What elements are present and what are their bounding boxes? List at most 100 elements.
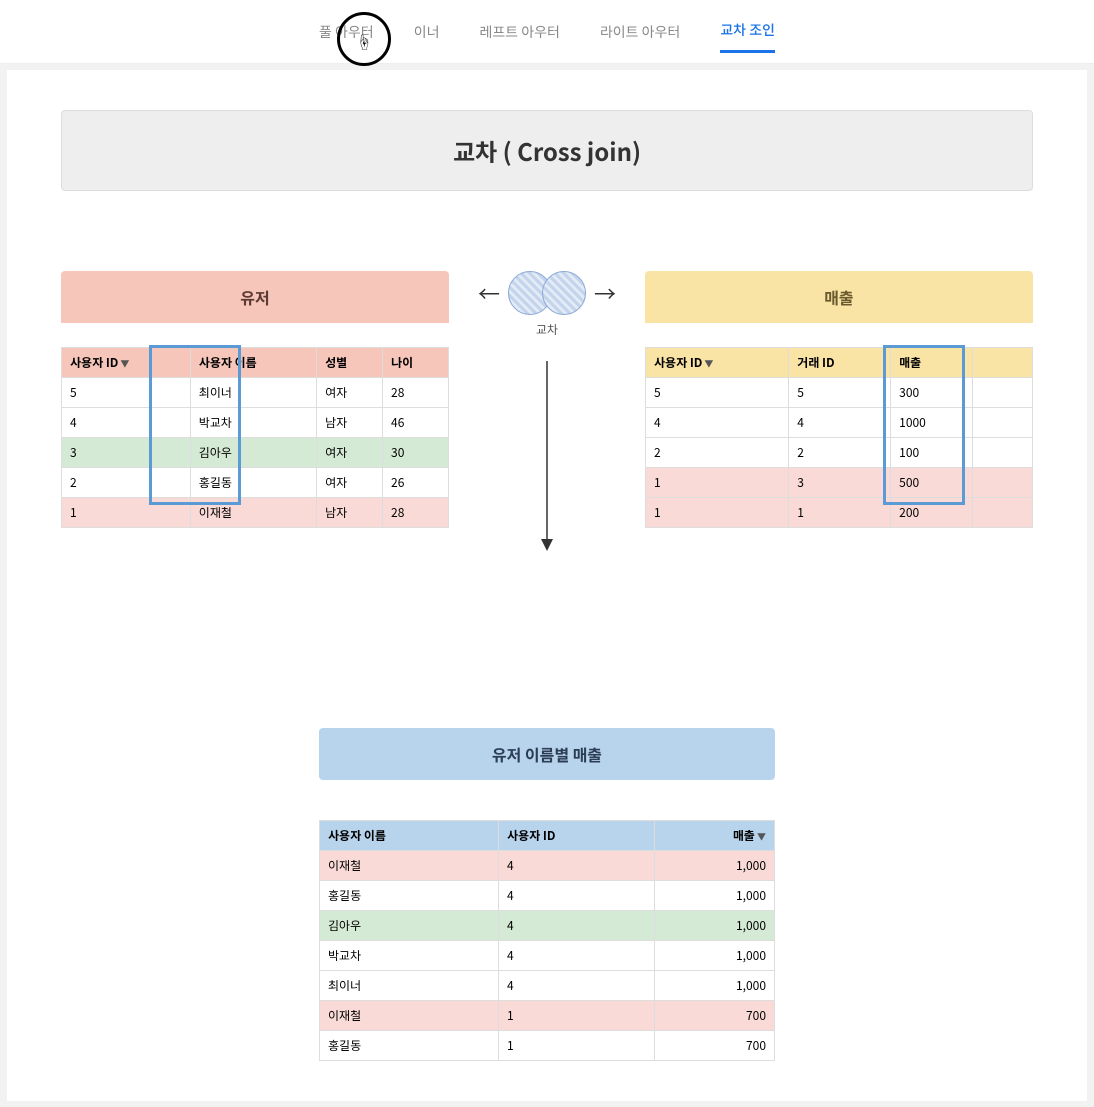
venn-circle-right — [542, 271, 586, 315]
table-cell: 여자 — [317, 438, 383, 468]
left-table: 사용자 ID▼ 사용자 이름 성별 나이 5최이너여자284박교차남자463김아… — [61, 347, 449, 528]
table-cell: 이재철 — [190, 498, 316, 528]
table-cell: 김아우 — [320, 911, 499, 941]
right-table-header: 사용자 ID▼ 거래 ID 매출 — [646, 348, 1033, 378]
table-row: 22100 — [646, 438, 1033, 468]
table-cell: 3 — [62, 438, 191, 468]
tab-full-outer[interactable]: 풀 아우터 — [319, 12, 374, 52]
left-side: 유저 사용자 ID▼ 사용자 이름 성별 나이 5최이너여자284박교차남자46… — [61, 271, 449, 528]
arrows-row: ← → — [478, 271, 616, 315]
col-user-id[interactable]: 사용자 ID — [499, 821, 655, 851]
page-title: 교차 ( Cross join) — [61, 110, 1033, 191]
right-table: 사용자 ID▼ 거래 ID 매출 55300441000221001350011… — [645, 347, 1033, 528]
col-user-id[interactable]: 사용자 ID▼ — [62, 348, 191, 378]
table-cell: 1 — [646, 498, 789, 528]
table-row: 박교차41,000 — [320, 941, 775, 971]
col-age[interactable]: 나이 — [383, 348, 449, 378]
sort-desc-icon: ▼ — [757, 830, 766, 843]
table-row: 3김아우여자30 — [62, 438, 449, 468]
tab-inner[interactable]: 이너 — [414, 12, 440, 52]
col-empty — [973, 348, 1033, 378]
col-gender[interactable]: 성별 — [317, 348, 383, 378]
table-cell: 700 — [655, 1001, 775, 1031]
col-user-id[interactable]: 사용자 ID▼ — [646, 348, 789, 378]
table-cell: 1 — [499, 1031, 655, 1061]
table-cell: 200 — [891, 498, 973, 528]
table-cell: 이재철 — [320, 1001, 499, 1031]
table-row: 5최이너여자28 — [62, 378, 449, 408]
table-cell: 1 — [62, 498, 191, 528]
left-table-title: 유저 — [61, 271, 449, 323]
table-cell: 4 — [789, 408, 891, 438]
table-cell: 2 — [789, 438, 891, 468]
table-cell: 30 — [383, 438, 449, 468]
result-block: 유저 이름별 매출 사용자 이름 사용자 ID 매출▼ 이재철41,000홍길동… — [319, 728, 775, 1061]
table-cell: 최이너 — [320, 971, 499, 1001]
table-row: 김아우41,000 — [320, 911, 775, 941]
table-cell: 5 — [62, 378, 191, 408]
table-cell: 최이너 — [190, 378, 316, 408]
table-cell: 4 — [499, 971, 655, 1001]
table-cell: 김아우 — [190, 438, 316, 468]
table-cell — [973, 408, 1033, 438]
col-sales[interactable]: 매출▼ — [655, 821, 775, 851]
table-cell: 3 — [789, 468, 891, 498]
table-cell: 4 — [646, 408, 789, 438]
table-row: 홍길동41,000 — [320, 881, 775, 911]
col-sales[interactable]: 매출 — [891, 348, 973, 378]
canvas: 교차 ( Cross join) 유저 사용자 ID▼ 사용자 이름 성별 나이… — [0, 64, 1094, 1107]
table-cell: 4 — [499, 881, 655, 911]
table-cell: 5 — [646, 378, 789, 408]
table-row: 최이너41,000 — [320, 971, 775, 1001]
table-cell: 1,000 — [655, 851, 775, 881]
table-cell: 홍길동 — [320, 1031, 499, 1061]
left-table-header: 사용자 ID▼ 사용자 이름 성별 나이 — [62, 348, 449, 378]
tab-left-outer[interactable]: 레프트 아우터 — [479, 12, 559, 52]
table-cell: 4 — [499, 941, 655, 971]
table-cell: 1 — [646, 468, 789, 498]
arrow-down-icon — [540, 361, 554, 551]
tab-cross-join[interactable]: 교차 조인 — [720, 10, 775, 53]
table-row: 2홍길동여자26 — [62, 468, 449, 498]
table-row: 4박교차남자46 — [62, 408, 449, 438]
table-cell: 2 — [646, 438, 789, 468]
table-cell: 1,000 — [655, 881, 775, 911]
table-cell: 1,000 — [655, 911, 775, 941]
arrow-left-icon: ← — [478, 277, 500, 309]
table-cell: 2 — [62, 468, 191, 498]
table-row: 441000 — [646, 408, 1033, 438]
tabs-bar: 풀 아우터 이너 레프트 아우터 라이트 아우터 교차 조인 — [0, 0, 1094, 64]
table-cell: 1,000 — [655, 941, 775, 971]
table-cell: 4 — [499, 911, 655, 941]
table-row: 1이재철남자28 — [62, 498, 449, 528]
result-title: 유저 이름별 매출 — [319, 728, 775, 780]
venn-diagram — [508, 271, 586, 315]
arrow-right-icon: → — [594, 277, 616, 309]
tab-right-outer[interactable]: 라이트 아우터 — [600, 12, 680, 52]
table-row: 55300 — [646, 378, 1033, 408]
sort-desc-icon: ▼ — [120, 357, 129, 370]
col-user-name[interactable]: 사용자 이름 — [190, 348, 316, 378]
table-row: 홍길동1700 — [320, 1031, 775, 1061]
join-row: 유저 사용자 ID▼ 사용자 이름 성별 나이 5최이너여자284박교차남자46… — [61, 271, 1033, 528]
table-row: 이재철41,000 — [320, 851, 775, 881]
venn-label: 교차 — [536, 321, 558, 338]
table-cell: 500 — [891, 468, 973, 498]
table-cell — [973, 378, 1033, 408]
table-cell: 남자 — [317, 408, 383, 438]
table-cell: 이재철 — [320, 851, 499, 881]
col-user-name[interactable]: 사용자 이름 — [320, 821, 499, 851]
table-cell: 700 — [655, 1031, 775, 1061]
table-cell: 5 — [789, 378, 891, 408]
table-cell: 1 — [789, 498, 891, 528]
col-transaction-id[interactable]: 거래 ID — [789, 348, 891, 378]
table-cell: 4 — [499, 851, 655, 881]
right-table-title: 매출 — [645, 271, 1033, 323]
table-cell: 홍길동 — [190, 468, 316, 498]
table-cell: 1000 — [891, 408, 973, 438]
sort-desc-icon: ▼ — [704, 357, 713, 370]
table-cell: 300 — [891, 378, 973, 408]
table-cell: 46 — [383, 408, 449, 438]
table-cell: 홍길동 — [320, 881, 499, 911]
table-cell: 남자 — [317, 498, 383, 528]
